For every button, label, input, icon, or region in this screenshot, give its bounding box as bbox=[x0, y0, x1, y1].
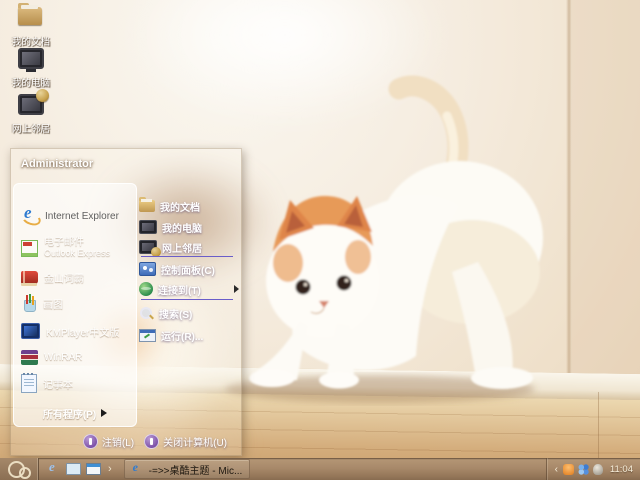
quick-launch-overflow-chevron-icon[interactable]: › bbox=[108, 463, 112, 475]
control-panel-icon bbox=[139, 262, 156, 276]
winrar-icon bbox=[21, 349, 38, 365]
tray-ime-icon[interactable] bbox=[592, 463, 603, 475]
menu-item-notepad[interactable]: 记事本 bbox=[14, 370, 136, 396]
tray-pinwheel-icon[interactable] bbox=[577, 463, 589, 475]
menu-divider bbox=[141, 299, 233, 300]
menu-item-kmplayer[interactable]: KMPlayer中文版 bbox=[14, 318, 136, 344]
dictionary-icon bbox=[21, 270, 38, 286]
menu-item-email[interactable]: 电子邮件 Outlook Express bbox=[14, 232, 136, 264]
log-off-button[interactable]: 注销(L) bbox=[82, 433, 135, 449]
turn-off-computer-button[interactable]: 关闭计算机(U) bbox=[144, 433, 227, 449]
search-icon bbox=[139, 306, 154, 321]
notepad-icon bbox=[21, 372, 37, 393]
log-off-label: 注销(L) bbox=[101, 437, 135, 449]
menu-item-sublabel: Outlook Express bbox=[44, 248, 111, 258]
show-desktop-icon[interactable] bbox=[66, 463, 81, 475]
start-button[interactable] bbox=[0, 458, 39, 480]
menu-item-search[interactable]: 搜索(S) bbox=[139, 304, 241, 322]
start-menu-program-panel: Internet Explorer 电子邮件 Outlook Express 金… bbox=[13, 183, 137, 427]
menu-item-control-panel[interactable]: 控制面板(C) bbox=[139, 260, 241, 278]
menu-item-paint[interactable]: 画图 bbox=[14, 290, 136, 316]
ie-task-icon bbox=[132, 460, 144, 475]
menu-item-winrar[interactable]: WinRAR bbox=[14, 344, 136, 370]
desktop-icon-label: 我的电脑 bbox=[11, 78, 50, 89]
kmplayer-icon bbox=[21, 323, 40, 339]
desktop-icon-my-computer[interactable]: 我的电脑 bbox=[2, 46, 60, 89]
menu-item-internet-explorer[interactable]: Internet Explorer bbox=[14, 202, 136, 230]
menu-item-network-places[interactable]: 网上邻居 bbox=[139, 238, 241, 257]
my-computer-icon bbox=[139, 220, 157, 234]
menu-item-label: KMPlayer中文版 bbox=[46, 327, 120, 339]
task-button-label: -=>>桌酷主题 - Mic... bbox=[148, 465, 243, 477]
taskbar-task-button[interactable]: -=>>桌酷主题 - Mic... bbox=[123, 459, 251, 479]
all-programs-button[interactable]: 所有程序(P) bbox=[14, 400, 136, 426]
menu-item-label: 我的文档 bbox=[160, 202, 200, 214]
menu-item-label: 连接到(T) bbox=[158, 285, 201, 297]
start-menu-user-name: Administrator bbox=[21, 158, 94, 170]
connect-to-icon bbox=[139, 282, 153, 296]
menu-item-label: 网上邻居 bbox=[162, 243, 202, 255]
menu-item-label: 电子邮件 bbox=[44, 237, 84, 248]
menu-item-label: 我的电脑 bbox=[162, 223, 202, 235]
menu-item-label: 搜索(S) bbox=[159, 309, 193, 321]
my-computer-icon bbox=[18, 48, 44, 72]
email-icon bbox=[21, 239, 38, 257]
menu-item-label: 运行(R)... bbox=[161, 331, 204, 343]
tray-collapse-chevron-icon[interactable]: ‹ bbox=[555, 464, 558, 475]
desktop-icon-my-documents[interactable]: 我的文档 bbox=[2, 2, 60, 48]
quick-launch-ie-icon[interactable] bbox=[47, 459, 61, 476]
my-documents-icon bbox=[139, 197, 155, 212]
menu-item-label: Internet Explorer bbox=[45, 210, 119, 222]
menu-item-label: 控制面板(C) bbox=[161, 265, 215, 277]
taskbar-clock[interactable]: 11:04 bbox=[610, 464, 633, 475]
menu-item-label: WinRAR bbox=[44, 351, 83, 363]
run-icon bbox=[139, 328, 156, 342]
desktop-screen: 我的文档 我的电脑 网上邻居 Administrator Internet Ex… bbox=[0, 0, 640, 480]
desktop-icon-label: 网上邻居 bbox=[11, 124, 50, 135]
start-menu-footer: 注销(L) 关闭计算机(U) bbox=[11, 430, 241, 452]
turn-off-label: 关闭计算机(U) bbox=[163, 437, 227, 449]
quick-launch-bar: › bbox=[39, 459, 118, 476]
menu-item-label: 记事本 bbox=[43, 379, 73, 391]
menu-item-my-computer[interactable]: 我的电脑 bbox=[139, 218, 241, 236]
internet-explorer-icon bbox=[21, 203, 39, 225]
menu-item-connect-to[interactable]: 连接到(T) bbox=[139, 280, 241, 298]
all-programs-arrow-icon bbox=[101, 409, 108, 417]
submenu-arrow-icon bbox=[234, 285, 239, 293]
menu-divider bbox=[141, 256, 233, 257]
quick-launch-browser-icon[interactable] bbox=[86, 463, 101, 475]
all-programs-label: 所有程序(P) bbox=[42, 409, 97, 421]
start-logo-icon bbox=[18, 467, 31, 479]
desktop-icon-network-places[interactable]: 网上邻居 bbox=[2, 89, 60, 135]
menu-item-dictionary[interactable]: 金山词霸 bbox=[14, 264, 136, 290]
menu-item-my-documents[interactable]: 我的文档 bbox=[139, 197, 241, 215]
tray-user-icon[interactable] bbox=[562, 463, 574, 475]
paint-icon bbox=[21, 294, 37, 312]
menu-item-label: 画图 bbox=[43, 299, 63, 311]
network-places-icon bbox=[18, 89, 49, 115]
start-menu: Administrator Internet Explorer 电子邮件 Out… bbox=[10, 148, 242, 456]
system-tray: ‹ 11:04 bbox=[545, 458, 640, 480]
taskbar: › -=>>桌酷主题 - Mic... ‹ 11:04 bbox=[0, 458, 640, 480]
log-off-icon bbox=[82, 433, 98, 449]
my-documents-icon bbox=[18, 3, 42, 25]
menu-item-run[interactable]: 运行(R)... bbox=[139, 326, 241, 344]
turn-off-icon bbox=[144, 433, 160, 449]
network-places-icon bbox=[139, 240, 161, 257]
menu-item-label: 金山词霸 bbox=[44, 273, 84, 285]
